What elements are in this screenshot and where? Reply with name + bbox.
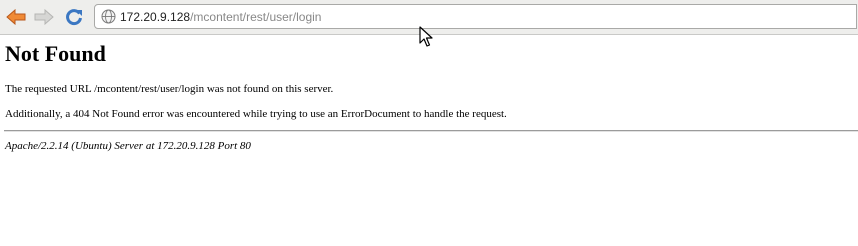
url-text[interactable]: 172.20.9.128/mcontent/rest/user/login <box>120 9 321 25</box>
address-bar[interactable]: 172.20.9.128/mcontent/rest/user/login <box>94 4 857 29</box>
globe-icon <box>101 9 116 24</box>
additional-error-message: Additionally, a 404 Not Found error was … <box>5 108 507 120</box>
page-title: Not Found <box>5 41 106 66</box>
server-signature: Apache/2.2.14 (Ubuntu) Server at 172.20.… <box>5 140 251 152</box>
page-content: Not Found The requested URL /mcontent/re… <box>0 35 858 246</box>
url-path: /mcontent/rest/user/login <box>190 10 322 24</box>
horizontal-rule <box>4 130 858 132</box>
reload-icon[interactable] <box>63 7 85 27</box>
forward-arrow-icon[interactable] <box>33 7 55 27</box>
mouse-pointer-icon <box>419 26 433 47</box>
url-host: 172.20.9.128 <box>120 10 191 24</box>
back-arrow-icon[interactable] <box>5 7 27 27</box>
error-message: The requested URL /mcontent/rest/user/lo… <box>5 83 334 95</box>
